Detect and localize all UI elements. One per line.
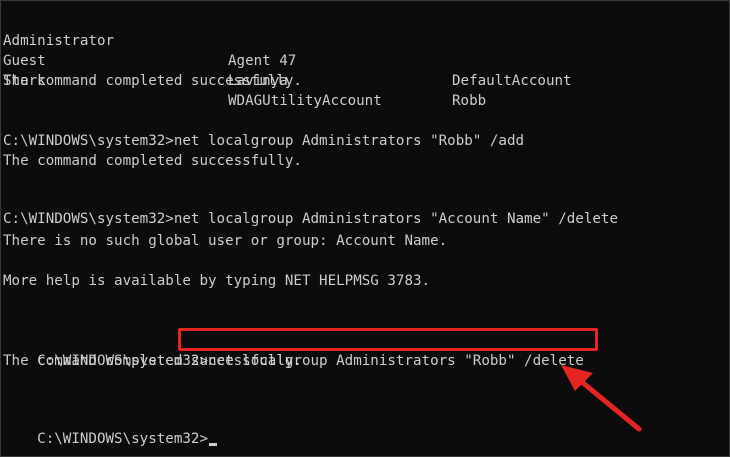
user-name-cell: Agent 47 <box>228 53 297 69</box>
highlight-box <box>178 328 598 351</box>
success-message: The command completed successfully. <box>3 153 302 169</box>
prompt-path: C:\WINDOWS\system32> <box>37 431 209 447</box>
user-name-cell: Robb <box>452 93 487 109</box>
success-message: The command completed successfully. <box>3 73 302 89</box>
table-row: Administrator Agent 47 DefaultAccount <box>3 11 572 89</box>
current-prompt[interactable]: C:\WINDOWS\system32> <box>3 409 218 447</box>
command-line: C:\WINDOWS\system32>net localgroup Admin… <box>3 133 525 149</box>
table-row: Stark WDAGUtilityAccount <box>3 51 382 109</box>
success-message: The command completed successfully. <box>3 353 302 369</box>
command-line: C:\WINDOWS\system32>net localgroup Admin… <box>3 211 618 227</box>
text-cursor <box>209 443 218 446</box>
table-row: Guest Lavinya Robb <box>3 31 486 109</box>
user-name-cell: WDAGUtilityAccount <box>228 93 382 109</box>
user-name-cell: DefaultAccount <box>452 73 572 89</box>
help-message: More help is available by typing NET HEL… <box>3 273 431 289</box>
command-prompt-window[interactable]: Administrator Agent 47 DefaultAccount Gu… <box>0 0 730 457</box>
red-arrow-icon <box>561 365 642 432</box>
error-message: There is no such global user or group: A… <box>3 233 448 249</box>
